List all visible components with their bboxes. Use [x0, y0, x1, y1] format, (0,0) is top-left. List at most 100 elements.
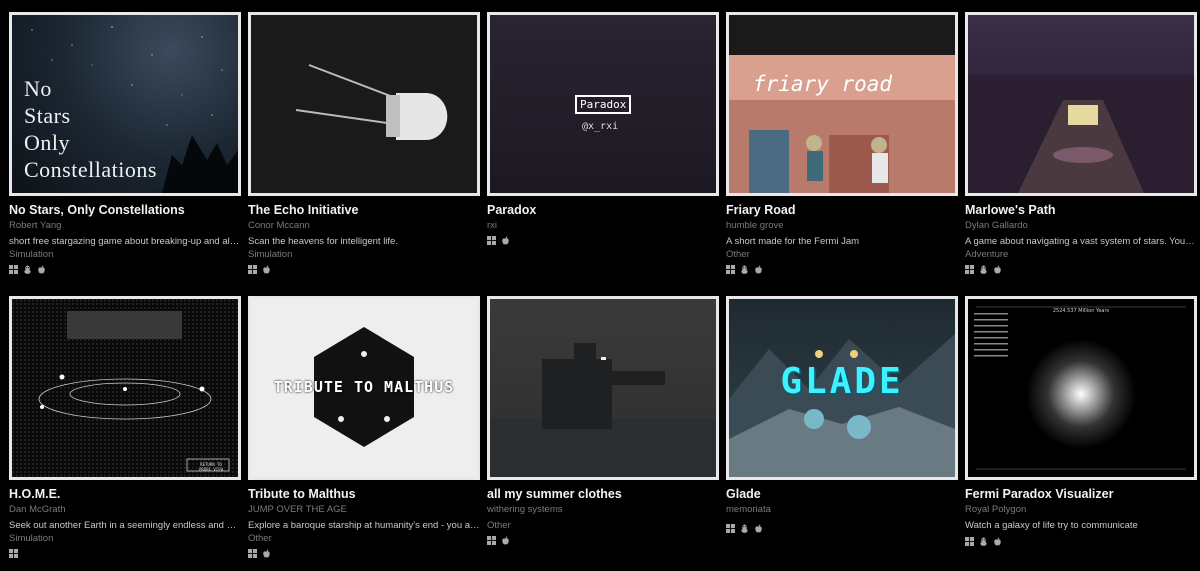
cover-line: Stars: [24, 103, 71, 128]
game-thumbnail[interactable]: GLADE: [726, 296, 958, 480]
game-card[interactable]: The Echo Initiative Conor Mccann Scan th…: [248, 12, 480, 274]
game-author[interactable]: Conor Mccann: [248, 220, 480, 231]
game-genre: Simulation: [248, 249, 293, 260]
game-genre: Simulation: [9, 249, 54, 260]
game-author[interactable]: Robert Yang: [9, 220, 241, 231]
game-genre: Adventure: [965, 249, 1009, 260]
game-author[interactable]: withering systems: [487, 504, 719, 515]
apple-icon: [262, 548, 271, 558]
apple-icon: [37, 264, 46, 274]
windows-icon: [965, 264, 974, 274]
linux-icon: [23, 264, 32, 274]
game-thumbnail[interactable]: No Stars Only Constellations: [9, 12, 241, 196]
game-title[interactable]: Tribute to Malthus: [248, 487, 480, 501]
windows-icon: [487, 235, 496, 245]
windows-icon: [248, 264, 257, 274]
linux-icon: [740, 523, 749, 533]
game-card[interactable]: friary road Friary Road humble grove A s…: [726, 12, 958, 274]
apple-icon: [501, 535, 510, 545]
game-title[interactable]: Glade: [726, 487, 958, 501]
game-description: Seek out another Earth in a seemingly en…: [9, 520, 241, 531]
game-thumbnail[interactable]: [248, 12, 480, 196]
apple-icon: [754, 264, 763, 274]
game-title[interactable]: The Echo Initiative: [248, 203, 480, 217]
corridor-icon: [968, 75, 1194, 193]
linux-icon: [979, 264, 988, 274]
game-description: Scan the heavens for intelligent life.: [248, 236, 398, 247]
game-author[interactable]: humble grove: [726, 220, 958, 231]
platform-list: [248, 548, 480, 558]
windows-icon: [9, 264, 18, 274]
windows-icon: [487, 535, 496, 545]
game-author[interactable]: Dan McGrath: [9, 504, 241, 515]
apple-icon: [754, 523, 763, 533]
game-thumbnail[interactable]: Paradox @x_rxi: [487, 12, 719, 196]
platform-list: [9, 264, 241, 274]
game-thumbnail[interactable]: 2524.537 Million Years: [965, 296, 1197, 480]
cover-line: No: [24, 76, 52, 101]
platform-list: [9, 548, 241, 558]
windows-icon: [965, 536, 974, 546]
cover-title: friary road: [753, 72, 893, 96]
game-thumbnail[interactable]: RETURN TO PROBE VIEW: [9, 296, 241, 480]
game-genre: Other: [726, 249, 750, 260]
game-description: Watch a galaxy of life try to communicat…: [965, 520, 1138, 531]
platform-list: [726, 523, 958, 533]
apple-icon: [993, 536, 1002, 546]
cover-title-box: Paradox: [575, 95, 632, 114]
game-card[interactable]: TRIBUTE TO MALTHUS Tribute to Malthus JU…: [248, 296, 480, 558]
linux-icon: [979, 536, 988, 546]
game-author[interactable]: Royal Polygon: [965, 504, 1197, 515]
windows-icon: [9, 548, 18, 558]
windows-icon: [726, 264, 735, 274]
game-author[interactable]: memoriata: [726, 504, 958, 515]
game-title[interactable]: Friary Road: [726, 203, 958, 217]
platform-list: [487, 535, 719, 545]
game-title[interactable]: No Stars, Only Constellations: [9, 203, 241, 217]
galaxy-icon: [974, 306, 1186, 470]
apple-icon: [262, 264, 271, 274]
game-author[interactable]: JUMP OVER THE AGE: [248, 504, 480, 515]
return-to-probe-button: RETURN TO PROBE VIEW: [198, 462, 224, 472]
cover-handle: @x_rxi: [582, 121, 619, 132]
apple-icon: [993, 264, 1002, 274]
game-author[interactable]: Dylan Gallardo: [965, 220, 1197, 231]
cover-title: TRIBUTE TO MALTHUS: [273, 378, 455, 396]
game-thumbnail[interactable]: [487, 296, 719, 480]
game-title[interactable]: Fermi Paradox Visualizer: [965, 487, 1197, 501]
house-scene-icon: [729, 55, 955, 193]
game-genre: Other: [487, 520, 511, 531]
game-card[interactable]: 2524.537 Million Years Fermi Paradox Vis…: [965, 296, 1197, 546]
game-author[interactable]: rxi: [487, 220, 719, 231]
game-card[interactable]: all my summer clothes withering systems …: [487, 296, 719, 545]
game-title[interactable]: Paradox: [487, 203, 719, 217]
game-card[interactable]: Paradox @x_rxi Paradox rxi: [487, 12, 719, 245]
game-thumbnail[interactable]: TRIBUTE TO MALTHUS: [248, 296, 480, 480]
game-description: Explore a baroque starship at humanity's…: [248, 520, 480, 531]
game-description: A short made for the Fermi Jam: [726, 236, 860, 247]
cover-title: GLADE: [780, 361, 904, 402]
game-genre: Other: [248, 533, 272, 544]
platform-list: [965, 264, 1197, 274]
cover-line: Constellations: [24, 157, 157, 182]
game-card[interactable]: No Stars Only Constellations No Stars, O…: [9, 12, 241, 274]
game-title[interactable]: H.O.M.E.: [9, 487, 241, 501]
cover-line: Only: [24, 130, 70, 155]
game-card[interactable]: Marlowe's Path Dylan Gallardo A game abo…: [965, 12, 1197, 274]
platform-list: [487, 235, 719, 245]
game-card[interactable]: RETURN TO PROBE VIEW H.O.M.E. Dan McGrat…: [9, 296, 241, 558]
windows-icon: [248, 548, 257, 558]
game-card[interactable]: GLADE Glade memoriata: [726, 296, 958, 533]
platform-list: [248, 264, 480, 274]
game-thumbnail[interactable]: friary road: [726, 12, 958, 196]
satellite-icon: [295, 64, 448, 140]
game-title[interactable]: all my summer clothes: [487, 487, 719, 501]
game-description: short free stargazing game about breakin…: [9, 236, 241, 247]
game-description: A game about navigating a vast system of…: [965, 236, 1197, 247]
windows-icon: [726, 523, 735, 533]
apple-icon: [501, 235, 510, 245]
game-thumbnail[interactable]: [965, 12, 1197, 196]
building-silhouette-icon: [490, 343, 716, 477]
platform-list: [965, 536, 1197, 546]
game-title[interactable]: Marlowe's Path: [965, 203, 1197, 217]
